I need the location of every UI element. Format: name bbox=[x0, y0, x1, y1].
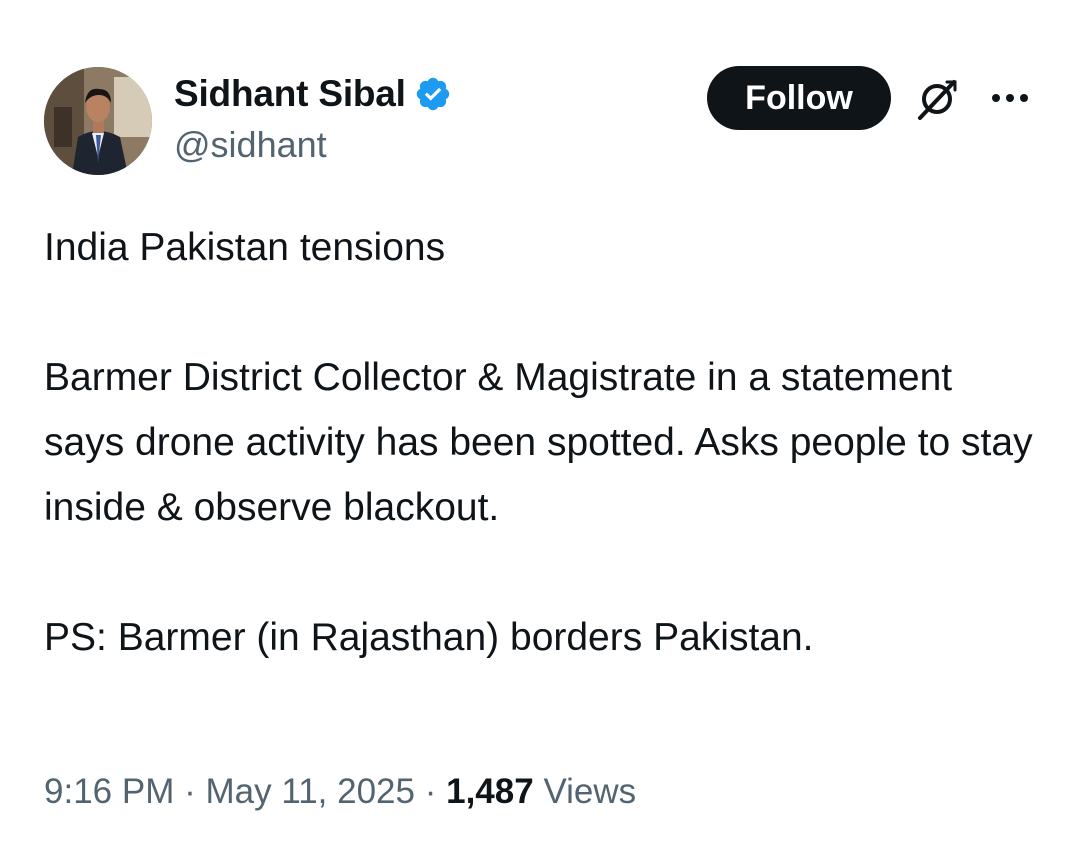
tweet-paragraph: Barmer District Collector & Magistrate i… bbox=[44, 356, 1033, 529]
views-label: Views bbox=[543, 772, 637, 811]
author-name-row: Sidhant Sibal bbox=[174, 70, 452, 118]
tweet-paragraph: PS: Barmer (in Rajasthan) borders Pakist… bbox=[44, 616, 814, 659]
meta-separator: · bbox=[424, 772, 437, 811]
author-display-name[interactable]: Sidhant Sibal bbox=[174, 73, 406, 115]
verified-badge-icon bbox=[414, 75, 452, 113]
tweet-paragraph: India Pakistan tensions bbox=[44, 226, 446, 269]
more-options-icon[interactable] bbox=[988, 86, 1032, 110]
avatar[interactable] bbox=[44, 67, 152, 175]
follow-button[interactable]: Follow bbox=[707, 66, 891, 130]
tweet-text: India Pakistan tensions Barmer District … bbox=[44, 215, 1034, 670]
tweet-card: Sidhant Sibal @sidhant Follow India Paki… bbox=[0, 0, 1077, 862]
grok-icon[interactable] bbox=[914, 76, 960, 122]
views-count: 1,487 bbox=[446, 772, 534, 811]
tweet-date[interactable]: May 11, 2025 bbox=[205, 772, 415, 811]
meta-separator: · bbox=[184, 772, 196, 811]
author-handle[interactable]: @sidhant bbox=[174, 124, 327, 166]
tweet-time[interactable]: 9:16 PM bbox=[44, 772, 174, 811]
avatar-photo bbox=[44, 67, 152, 175]
tweet-meta: 9:16 PM · May 11, 2025 · 1,487 Views bbox=[44, 772, 636, 812]
